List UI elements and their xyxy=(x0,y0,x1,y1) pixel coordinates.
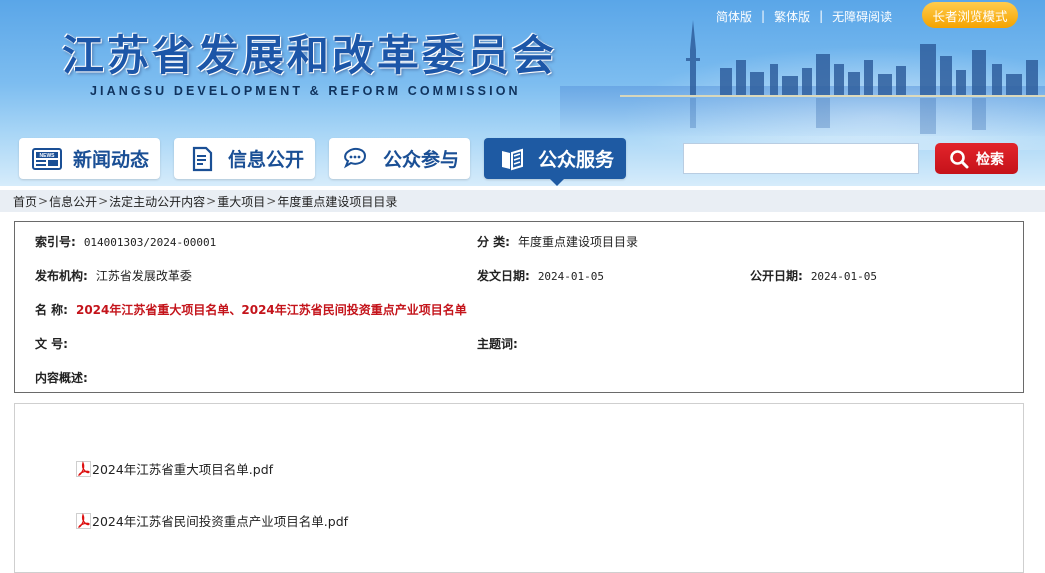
public-date-value: 2024-01-05 xyxy=(810,270,878,283)
pdf-icon xyxy=(76,460,91,477)
issue-date-row: 发文日期: 2024-01-05 xyxy=(477,267,604,284)
keywords-label: 主题词: xyxy=(477,337,518,351)
index-number-row: 索引号: 014001303/2024-00001 xyxy=(35,233,216,250)
breadcrumb-separator: > xyxy=(98,194,109,208)
index-number-value: 014001303/2024-00001 xyxy=(83,236,217,249)
keywords-row: 主题词: xyxy=(477,335,526,352)
summary-row: 内容概述: xyxy=(35,369,96,386)
category-row: 分 类: 年度重点建设项目目录 xyxy=(477,233,638,250)
public-date-label: 公开日期: xyxy=(750,269,803,283)
site-subtitle: JIANGSU DEVELOPMENT & REFORM COMMISSION xyxy=(90,84,521,98)
name-label: 名 称: xyxy=(35,303,68,317)
nav-item-label: 信息公开 xyxy=(228,149,305,171)
breadcrumb-separator: > xyxy=(206,194,217,208)
accessibility-link[interactable]: 无障碍阅读 xyxy=(832,8,892,25)
pdf-icon xyxy=(76,512,91,529)
nav-item-info-disclosure[interactable]: 信息公开 xyxy=(174,138,315,179)
public-date-row: 公开日期: 2024-01-05 xyxy=(750,267,877,284)
breadcrumb-major-projects[interactable]: 重大项目 xyxy=(217,193,265,210)
site-title: 江苏省发展和改革委员会 xyxy=(62,31,558,80)
main-nav: NEWS 新闻动态 信息公开 公众参与 公众服务 xyxy=(19,138,640,186)
site-header: 江苏省发展和改革委员会 JIANGSU DEVELOPMENT & REFORM… xyxy=(0,0,1045,186)
doc-number-row: 文 号: xyxy=(35,335,76,352)
category-value: 年度重点建设项目目录 xyxy=(517,235,638,249)
publisher-label: 发布机构: xyxy=(35,269,88,283)
name-row: 名 称: 2024年江苏省重大项目名单、2024年江苏省民间投资重点产业项目名单 xyxy=(35,301,467,318)
nav-item-label: 新闻动态 xyxy=(73,149,150,171)
index-number-label: 索引号: xyxy=(35,235,76,249)
top-links: 简体版 | 繁体版 | 无障碍阅读 xyxy=(716,7,892,25)
breadcrumb-statutory-content[interactable]: 法定主动公开内容 xyxy=(109,193,205,210)
attachment-item: 2024年江苏省重大项目名单.pdf xyxy=(76,459,273,478)
nav-item-news[interactable]: NEWS 新闻动态 xyxy=(19,138,160,179)
category-label: 分 类: xyxy=(477,235,510,249)
search-button[interactable]: 检索 xyxy=(935,143,1018,174)
doc-number-label: 文 号: xyxy=(35,337,68,351)
breadcrumb-separator: > xyxy=(266,194,277,208)
link-separator: | xyxy=(819,9,824,23)
news-icon: NEWS xyxy=(31,145,63,173)
search-input[interactable] xyxy=(683,143,919,174)
link-separator: | xyxy=(761,9,766,23)
chat-icon xyxy=(341,145,373,173)
nav-item-label: 公众参与 xyxy=(383,149,460,171)
simplified-chinese-link[interactable]: 简体版 xyxy=(716,8,752,25)
issue-date-label: 发文日期: xyxy=(477,269,530,283)
breadcrumb-info-disclosure[interactable]: 信息公开 xyxy=(49,193,97,210)
nav-item-public-service[interactable]: 公众服务 xyxy=(484,138,626,186)
city-skyline-image xyxy=(620,20,1045,134)
elder-mode-button[interactable]: 长者浏览模式 xyxy=(922,2,1018,28)
publisher-row: 发布机构: 江苏省发展改革委 xyxy=(35,267,192,284)
traditional-chinese-link[interactable]: 繁体版 xyxy=(774,8,810,25)
nav-item-label: 公众服务 xyxy=(538,149,615,171)
search-button-label: 检索 xyxy=(976,150,1004,167)
svg-text:NEWS: NEWS xyxy=(40,153,56,159)
issue-date-value: 2024-01-05 xyxy=(537,270,605,283)
document-icon xyxy=(186,145,218,173)
summary-label: 内容概述: xyxy=(35,371,88,385)
document-info-box: 索引号: 014001303/2024-00001 分 类: 年度重点建设项目目录 … xyxy=(14,221,1024,393)
breadcrumb-separator: > xyxy=(38,194,49,208)
publisher-value: 江苏省发展改革委 xyxy=(95,269,192,283)
breadcrumb: 首页 > 信息公开 > 法定主动公开内容 > 重大项目 > 年度重点建设项目目录 xyxy=(0,190,1045,212)
attachment-item: 2024年江苏省民间投资重点产业项目名单.pdf xyxy=(76,511,348,530)
attachments-panel: 2024年江苏省重大项目名单.pdf 2024年江苏省民间投资重点产业项目名单.… xyxy=(14,403,1024,573)
document-title: 2024年江苏省重大项目名单、2024年江苏省民间投资重点产业项目名单 xyxy=(75,303,467,317)
attachment-link[interactable]: 2024年江苏省重大项目名单.pdf xyxy=(92,459,273,478)
breadcrumb-current[interactable]: 年度重点建设项目目录 xyxy=(277,193,397,210)
nav-item-public-participation[interactable]: 公众参与 xyxy=(329,138,470,179)
book-icon xyxy=(496,145,528,173)
breadcrumb-home[interactable]: 首页 xyxy=(13,193,37,210)
search-icon xyxy=(949,149,969,169)
attachment-link[interactable]: 2024年江苏省民间投资重点产业项目名单.pdf xyxy=(92,511,348,530)
